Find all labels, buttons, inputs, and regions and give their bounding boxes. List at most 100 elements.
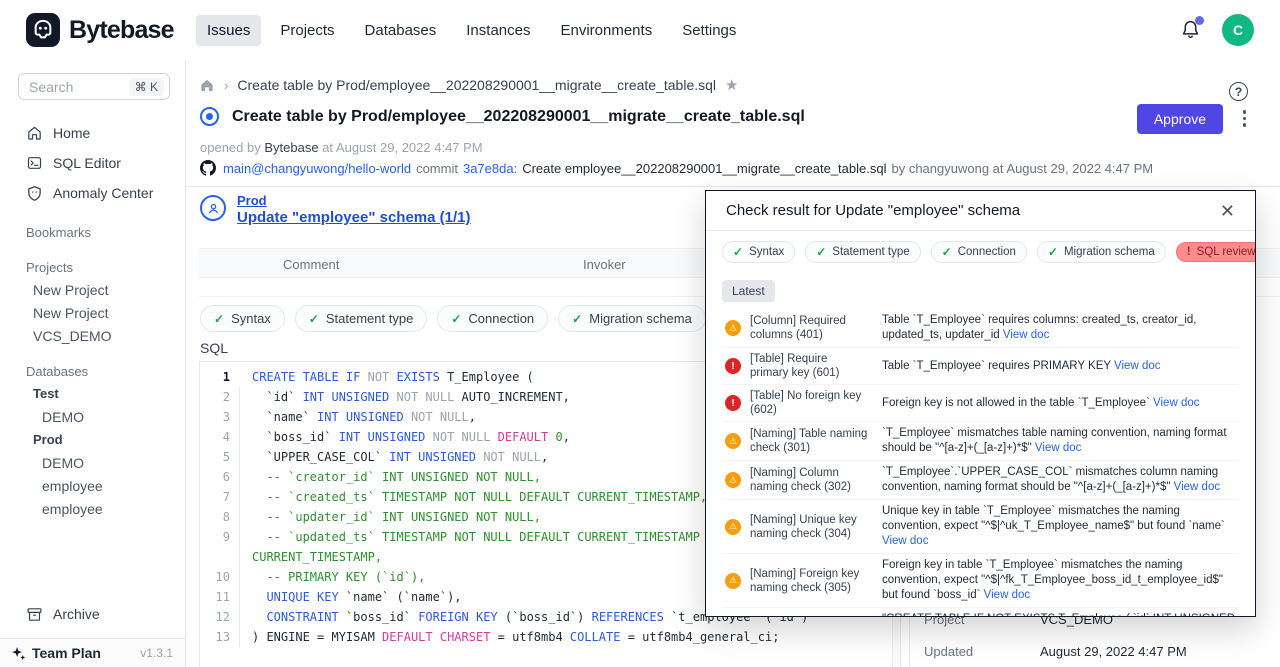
bytebase-logo-icon: [26, 13, 60, 47]
check-badge-migration-schema[interactable]: ✓Migration schema: [558, 305, 706, 332]
close-icon[interactable]: ✕: [1220, 202, 1235, 220]
approve-button[interactable]: Approve: [1137, 104, 1223, 134]
code-line: 13) ENGINE = MYISAM DEFAULT CHARSET = ut…: [200, 627, 900, 647]
line-number: 1: [200, 367, 240, 387]
sidebar-item-archive[interactable]: Archive: [0, 599, 185, 629]
check-rule-title: [Naming] Foreign key naming check (305): [750, 567, 868, 595]
nav-item-settings[interactable]: Settings: [671, 15, 747, 46]
sidebar-section-databases: Databases: [0, 360, 185, 382]
github-icon: [200, 160, 216, 176]
commit-sha-link[interactable]: 3a7e8da:: [463, 161, 517, 176]
check-badge-syntax[interactable]: ✓Syntax: [200, 305, 285, 332]
archive-label: Archive: [53, 606, 100, 622]
line-number: 6: [200, 467, 240, 487]
stage-section: Prod Update "employee" schema (1/1): [200, 193, 470, 226]
commit-author: by changyuwong at August 29, 2022 4:47 P…: [891, 161, 1153, 176]
check-icon: ✓: [942, 245, 952, 259]
nav-item-environments[interactable]: Environments: [549, 15, 663, 46]
code-text: CURRENT_TIMESTAMP,: [240, 547, 382, 567]
sidebar-item-new-project[interactable]: New Project: [0, 301, 185, 324]
view-doc-link[interactable]: View doc: [1035, 442, 1081, 454]
stage-env-link[interactable]: Prod: [237, 193, 470, 208]
meta-label: Updated: [924, 644, 1040, 659]
sql-editor-icon: [26, 155, 43, 171]
home-icon[interactable]: [199, 78, 215, 93]
sidebar-item-demo[interactable]: DEMO: [0, 451, 185, 474]
search-shortcut: ⌘ K: [129, 78, 164, 96]
user-avatar[interactable]: C: [1222, 14, 1254, 46]
shield-icon: [26, 185, 43, 202]
sidebar-item-employee[interactable]: employee: [0, 474, 185, 497]
check-icon: ✓: [214, 312, 224, 326]
sidebar-item-sql-editor[interactable]: SQL Editor: [0, 148, 185, 178]
check-badge-connection[interactable]: ✓Connection: [437, 305, 548, 332]
line-number: [200, 547, 240, 567]
check-rule-description: Table `T_Employee` requires columns: cre…: [882, 313, 1239, 343]
nav-item-issues[interactable]: Issues: [196, 15, 261, 46]
plan-label: Team Plan: [32, 645, 101, 661]
breadcrumb: › Create table by Prod/employee__2022082…: [199, 76, 738, 94]
check-icon: ✓: [816, 245, 826, 259]
check-result-list: ⚠[Column] Required columns (401)Table `T…: [722, 309, 1239, 617]
view-doc-link[interactable]: View doc: [1153, 397, 1199, 409]
sidebar-item-home[interactable]: Home: [0, 118, 185, 148]
sidebar-item-new-project[interactable]: New Project: [0, 278, 185, 301]
bytebase-logo[interactable]: Bytebase: [26, 13, 186, 47]
line-number: 9: [200, 527, 240, 547]
sidebar-item-anomaly-center[interactable]: Anomaly Center: [0, 178, 185, 208]
help-icon[interactable]: ?: [1229, 82, 1248, 101]
check-badge-migration-schema: ✓Migration schema: [1037, 241, 1166, 263]
stage-task-link[interactable]: Update "employee" schema (1/1): [237, 209, 470, 226]
bookmark-star-icon[interactable]: ★: [725, 76, 738, 94]
check-result-row: ![Table] Require primary key (601)Table …: [722, 347, 1239, 384]
check-rule-description: `T_Employee`.`UPPER_CASE_COL` mismatches…: [882, 465, 1239, 495]
latest-filter-chip[interactable]: Latest: [722, 280, 775, 302]
commit-branch-link[interactable]: main@changyuwong/hello-world: [223, 161, 411, 176]
check-badge-label: Migration schema: [589, 311, 692, 326]
code-text: `id` INT UNSIGNED NOT NULL AUTO_INCREMEN…: [240, 387, 570, 407]
sidebar-item-label: Anomaly Center: [53, 185, 153, 201]
line-number: 2: [200, 387, 240, 407]
breadcrumb-title: Create table by Prod/employee__202208290…: [237, 77, 716, 93]
modal-check-badges: ✓Syntax✓Statement type✓Connection✓Migrat…: [722, 241, 1239, 263]
brand-name: Bytebase: [69, 16, 174, 45]
view-doc-link[interactable]: View doc: [1003, 329, 1049, 341]
error-exclamation-icon: !: [1187, 246, 1191, 258]
sidebar-item-prod: Prod: [0, 428, 185, 451]
search-input[interactable]: [29, 79, 119, 95]
plan-footer[interactable]: Team Plan v1.3.1: [0, 638, 185, 667]
check-rule-description: "CREATE TABLE IF NOT EXISTS T_Employee (…: [882, 612, 1239, 617]
commit-line: main@changyuwong/hello-world commit 3a7e…: [200, 160, 1153, 176]
sidebar-item-label: SQL Editor: [53, 155, 121, 171]
view-doc-link[interactable]: View doc: [984, 589, 1030, 601]
more-actions-kebab-icon[interactable]: [1243, 110, 1247, 127]
check-badge-statement-type[interactable]: ✓Statement type: [295, 305, 428, 332]
top-navbar: Bytebase Issues Projects DatabasesInstance…: [0, 0, 1280, 60]
check-icon: ✓: [1048, 245, 1058, 259]
warning-icon: ⚠: [725, 472, 741, 488]
search-box[interactable]: ⌘ K: [18, 73, 170, 100]
check-rule-description: Foreign key in table `T_Employee` mismat…: [882, 558, 1239, 603]
sidebar-item-vcs_demo[interactable]: VCS_DEMO: [0, 324, 185, 347]
check-icon: ✓: [309, 312, 319, 326]
archive-icon: [26, 606, 43, 623]
nav-item-instances[interactable]: Instances: [455, 15, 541, 46]
nav-item-databases[interactable]: Databases: [354, 15, 448, 46]
notifications-bell[interactable]: [1180, 18, 1202, 42]
view-doc-link[interactable]: View doc: [1114, 360, 1160, 372]
check-badge-label: Syntax: [749, 246, 784, 258]
view-doc-link[interactable]: View doc: [882, 535, 928, 547]
check-badge-label: SQL review: [1197, 246, 1256, 258]
notification-dot: [1195, 16, 1204, 25]
view-doc-link[interactable]: View doc: [1174, 481, 1220, 493]
sidebar-nav: HomeSQL EditorAnomaly CenterBookmarksPro…: [0, 118, 185, 520]
sidebar-item-demo[interactable]: DEMO: [0, 405, 185, 428]
sidebar-item-employee[interactable]: employee: [0, 497, 185, 520]
issue-opened-line: opened by Bytebase at August 29, 2022 4:…: [200, 140, 483, 155]
nav-item-projects[interactable]: Projects: [269, 15, 345, 46]
check-result-row: ⚠[Naming] Table naming check (301)`T_Emp…: [722, 421, 1239, 460]
sidebar-section-projects: Projects: [0, 256, 185, 278]
issue-opener: Bytebase: [264, 140, 318, 155]
code-text: `UPPER_CASE_COL` INT UNSIGNED NOT NULL,: [240, 447, 548, 467]
code-text: -- `updated_ts` TIMESTAMP NOT NULL DEFAU…: [240, 527, 772, 547]
